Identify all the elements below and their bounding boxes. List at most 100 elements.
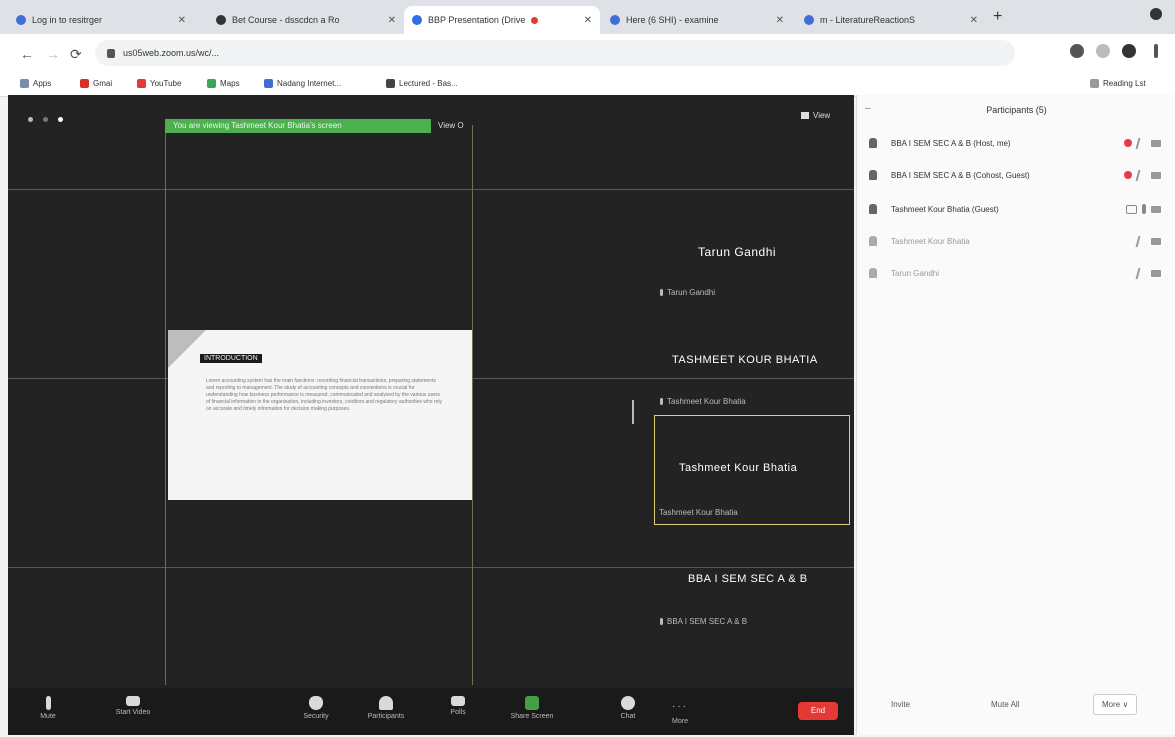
- mute-all-button[interactable]: Mute All: [991, 700, 1019, 709]
- view-options-button[interactable]: Viеw O: [438, 121, 464, 130]
- participants-panel: – Participants (5) BBA I SEM SEC A & B (…: [856, 95, 1175, 735]
- mic-icon: [660, 618, 663, 625]
- participant-tile-label: Tarun Gandhi: [660, 288, 715, 297]
- bookmark-item[interactable]: YouTube: [137, 79, 181, 88]
- extension-icon[interactable]: [1070, 44, 1084, 58]
- forward-icon[interactable]: →: [46, 46, 60, 62]
- share-screen-button[interactable]: Share Screen: [502, 696, 562, 720]
- user-icon: [869, 204, 877, 214]
- tab-title: Here (6 SHI) - examine: [626, 15, 719, 25]
- tile-divider: [8, 189, 854, 190]
- participant-row[interactable]: BBA I SEM SEC A & B (Cohost, Guest): [869, 165, 1165, 185]
- youtube-icon: [137, 79, 146, 88]
- mic-icon: [660, 398, 663, 405]
- browser-tab[interactable]: Here (6 SHI) - examine ✕: [602, 6, 792, 34]
- mic-muted-icon: [1135, 169, 1148, 181]
- view-button[interactable]: View: [801, 111, 830, 120]
- participant-name: Tashmeet Kour Bhatia (Guest): [891, 204, 999, 214]
- tab-favicon-icon: [216, 15, 226, 25]
- browser-tab[interactable]: Bet Course - dsscdcn a Ro ✕: [208, 6, 404, 34]
- new-tab-button[interactable]: +: [993, 8, 1002, 26]
- reload-icon[interactable]: ⟳: [70, 46, 82, 63]
- back-icon[interactable]: ←: [20, 46, 34, 62]
- panel-more-button[interactable]: More ∨: [1093, 694, 1138, 715]
- start-video-button[interactable]: Start Video: [103, 696, 163, 716]
- participant-indicators: [1135, 267, 1161, 279]
- participant-tile-label: Tashmeet Kour Bhatia: [660, 397, 746, 406]
- video-off-icon: [1151, 139, 1161, 147]
- browser-tab[interactable]: Log in to resitrger ✕: [8, 6, 194, 34]
- close-icon[interactable]: ✕: [388, 15, 396, 26]
- tab-title: BBP Presentation (Drive: [428, 15, 526, 25]
- video-off-icon: [1151, 237, 1161, 245]
- participant-row[interactable]: Tashmeet Kour Bhatia (Guest): [869, 199, 1165, 219]
- meeting-info[interactable]: [28, 117, 63, 122]
- participant-row[interactable]: BBA I SEM SEC A & B (Host, me): [869, 133, 1165, 153]
- more-label: More: [672, 718, 688, 725]
- bookmark-item[interactable]: Apps: [20, 79, 51, 88]
- slide-title: INTRODUCTION: [200, 354, 262, 363]
- video-off-icon: [1151, 269, 1161, 277]
- grid-icon: [801, 112, 809, 119]
- bookmarks-bar: Apps Gmai YouTube Maps Nadang Internet..…: [0, 74, 1175, 97]
- video-off-icon: [1151, 205, 1161, 213]
- bookmark-label: Nadang Internet...: [277, 79, 342, 88]
- participant-tile-name: Tarun Gandhi: [698, 245, 777, 259]
- close-icon[interactable]: ✕: [970, 15, 978, 26]
- chat-button[interactable]: Chat: [598, 696, 658, 720]
- video-off-icon: [1151, 171, 1161, 179]
- tab-title: Log in to resitrger: [32, 15, 103, 25]
- avatar[interactable]: [1122, 44, 1136, 58]
- bookmark-item[interactable]: Nadang Internet...: [264, 79, 341, 88]
- participant-tile-name: BBA I SEM SEC A & B: [688, 573, 808, 585]
- participant-indicators: [1124, 137, 1161, 149]
- reading-list[interactable]: Reading Lst: [1090, 79, 1146, 88]
- bookmark-item[interactable]: Gmai: [80, 79, 112, 88]
- view-label: View: [813, 111, 831, 120]
- star-icon[interactable]: [1096, 44, 1110, 58]
- end-meeting-button[interactable]: End: [798, 702, 838, 720]
- mic-muted-icon: [1135, 267, 1148, 279]
- invite-button[interactable]: Invite: [891, 700, 910, 709]
- participant-name: BBA I SEM SEC A & B (Host, me): [891, 138, 1011, 148]
- shared-slide: INTRODUCTION Lorem accounting system has…: [168, 330, 472, 500]
- mute-button[interactable]: Mute: [18, 696, 78, 720]
- menu-icon[interactable]: [1154, 44, 1158, 58]
- video-icon: [126, 696, 140, 706]
- user-icon: [869, 170, 877, 180]
- ellipsis-icon: ···: [672, 701, 688, 712]
- browser-tab[interactable]: m - LiteratureReactionS ✕: [796, 6, 986, 34]
- apps-icon: [20, 79, 29, 88]
- bookmark-item[interactable]: Lectured - Bas...: [386, 79, 458, 88]
- bookmark-label: Lectured - Bas...: [399, 79, 458, 88]
- tab-favicon-icon: [804, 15, 814, 25]
- security-button[interactable]: Security: [286, 696, 346, 720]
- reading-list-icon: [1090, 79, 1099, 88]
- close-icon[interactable]: ✕: [776, 15, 784, 26]
- more-button[interactable]: ··· More: [650, 696, 710, 725]
- meeting-toolbar: Mute Start Video Security Participants P…: [8, 688, 854, 735]
- participants-button[interactable]: Participants: [356, 696, 416, 720]
- user-icon: [869, 138, 877, 148]
- participant-tile-label: BBA I SEM SEC A & B: [660, 617, 747, 626]
- tab-title: Bet Course - dsscdcn a Ro: [232, 15, 340, 25]
- participant-name: Tashmeet Kour Bhatia: [891, 236, 970, 246]
- close-icon[interactable]: ✕: [584, 15, 592, 26]
- participant-name: Tarun Gandhi: [891, 268, 940, 278]
- profile-icon[interactable]: [1150, 8, 1162, 20]
- browser-tab-active[interactable]: BBP Presentation (Drive ✕: [404, 6, 600, 34]
- participant-row[interactable]: Tarun Gandhi: [869, 263, 1165, 283]
- bookmark-item[interactable]: Maps: [207, 79, 240, 88]
- url-text: us05web.zoom.us/wc/...: [123, 48, 220, 58]
- bookmark-label: Maps: [220, 79, 240, 88]
- scroll-handle[interactable]: [632, 400, 634, 424]
- meeting-area: You are viewing Tashmeet Kour Bhatia's s…: [8, 95, 854, 735]
- participant-tile-name: Tashmeet Kour Bhatia: [679, 462, 798, 474]
- participant-row[interactable]: Tashmeet Kour Bhatia: [869, 231, 1165, 251]
- active-speaker-tile[interactable]: Tashmeet Kour Bhatia Tashmeet Kour Bhati…: [654, 415, 850, 525]
- polls-button[interactable]: Polls: [428, 696, 488, 716]
- address-bar[interactable]: us05web.zoom.us/wc/...: [95, 40, 1015, 66]
- close-icon[interactable]: ✕: [178, 15, 186, 26]
- share-screen-icon: [525, 696, 539, 710]
- mic-icon: [45, 696, 51, 710]
